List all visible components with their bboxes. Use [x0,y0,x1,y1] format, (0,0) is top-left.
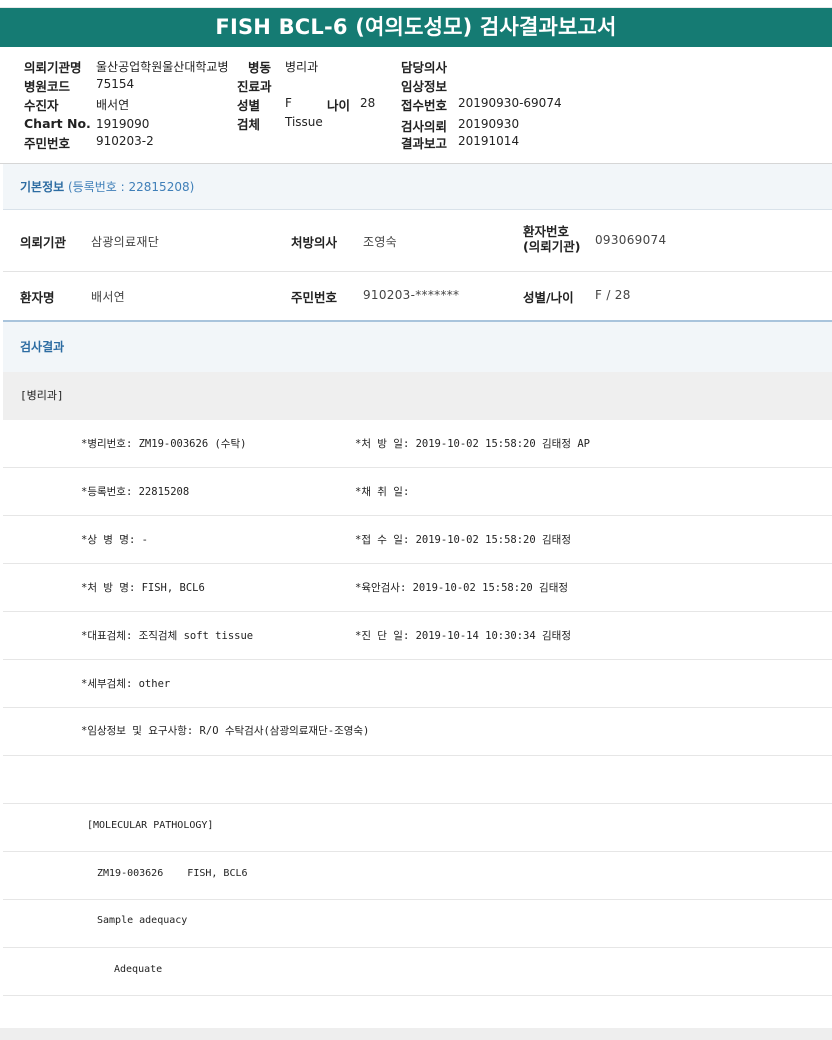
result-left: *처 방 명: FISH, BCL6 [81,582,205,594]
footer-bar [0,1028,832,1040]
institution-value: 울산공업학원울산대학교병 [96,60,229,74]
molecular-pathology-heading: [MOLECULAR PATHOLOGY] [87,820,214,831]
ward-value: 병리과 [285,60,319,74]
patient-value: 배서연 [96,98,130,112]
doctor-label: 담당의사 [401,60,448,75]
chart-no-value: 1919090 [96,117,150,131]
result-row: *처 방 명: FISH, BCL6 *육안검사: 2019-10-02 15:… [3,564,832,612]
patient-name-label: 환자명 [20,290,55,305]
institution-label: 의뢰기관명 [24,60,82,75]
result-row: *등록번호: 22815208 *채 취 일: [3,468,832,516]
result-row: *병리번호: ZM19-003626 (수탁) *처 방 일: 2019-10-… [3,420,832,468]
top-strip [0,0,832,8]
basic-info-header: 기본정보 (등록번호 : 22815208) [3,164,832,210]
result-row: Adequate [3,948,832,996]
sex-label: 성별 [237,98,261,113]
result-left: *등록번호: 22815208 [81,486,190,498]
result-right: *육안검사: 2019-10-02 15:58:20 김태정 [355,582,569,594]
referring-institution-label: 의뢰기관 [20,235,67,250]
test-result-header: 검사결과 [3,322,832,372]
age-label: 나이 [327,98,351,113]
result-row: *상 병 명: - *접 수 일: 2019-10-02 15:58:20 김태… [3,516,832,564]
prescribing-doctor-label: 처방의사 [291,235,338,250]
report-date-value: 20191014 [458,134,520,148]
registration-number: (등록번호 : 22815208) [68,180,195,194]
resident-no-value: 910203-2 [96,134,154,148]
prescribing-doctor-value: 조영숙 [363,235,398,249]
result-left: *세부검체: other [81,678,171,690]
request-value: 20190930 [458,117,520,131]
result-left: *임상정보 및 요구사항: R/O 수탁검사(삼광의료재단-조영숙) [81,725,370,737]
specimen-label: 검체 [237,117,261,132]
patient-id-label: 환자번호 (의뢰기관) [523,224,580,254]
sex-age-label: 성별/나이 [523,290,574,305]
basic-info-title: 기본정보 [20,180,65,194]
dept-label: 진료과 [237,79,272,94]
patient-id-label-line1: 환자번호 [523,224,570,239]
sex-value: F [285,96,292,110]
ward-label: 병동 [248,60,272,75]
result-right: *접 수 일: 2019-10-02 15:58:20 김태정 [355,534,571,546]
blank-row [3,756,832,804]
hospital-code-value: 75154 [96,77,135,91]
patient-id-value: 093069074 [595,233,667,247]
age-value: 28 [360,96,376,110]
sample-adequacy-value: Adequate [114,964,163,975]
result-row: *세부검체: other [3,660,832,708]
clinical-label: 임상정보 [401,79,448,94]
referring-institution-value: 삼광의료재단 [91,235,160,249]
result-right: *처 방 일: 2019-10-02 15:58:20 김태정 AP [355,438,590,450]
result-row: [MOLECULAR PATHOLOGY] [3,804,832,852]
patient-label: 수진자 [24,98,59,113]
result-row: *임상정보 및 요구사항: R/O 수탁검사(삼광의료재단-조영숙) [3,708,832,756]
receipt-value: 20190930-69074 [458,96,562,110]
result-row: ZM19-003626 FISH, BCL6 [3,852,832,900]
hospital-code-label: 병원코드 [24,79,71,94]
resident-number-label: 주민번호 [291,290,338,305]
result-left: *병리번호: ZM19-003626 (수탁) [81,438,247,450]
result-left: *상 병 명: - [81,534,148,546]
patient-id-label-line2: (의뢰기관) [523,239,581,254]
specimen-value: Tissue [285,115,323,129]
patient-name-value: 배서연 [91,290,126,304]
basic-info-row-2: 환자명 배서연 주민번호 910203-******* 성별/나이 F / 28 [3,272,832,322]
molecular-test-line: ZM19-003626 FISH, BCL6 [97,868,248,879]
result-right: *진 단 일: 2019-10-14 10:30:34 김태정 [355,630,571,642]
sex-age-value: F / 28 [595,288,631,302]
receipt-label: 접수번호 [401,98,448,113]
result-row: *대표검체: 조직검체 soft tissue *진 단 일: 2019-10-… [3,612,832,660]
result-left: *대표검체: 조직검체 soft tissue [81,630,254,642]
report-date-label: 결과보고 [401,136,448,151]
chart-no-label: Chart No. [24,116,91,131]
result-right: *채 취 일: [355,486,410,498]
sample-adequacy-label: Sample adequacy [97,915,188,926]
department-row: [병리과] [3,372,832,420]
resident-number-value: 910203-******* [363,288,460,302]
result-row: Sample adequacy [3,900,832,948]
resident-no-label: 주민번호 [24,136,71,151]
report-title: FISH BCL-6 (여의도성모) 검사결과보고서 [0,8,832,47]
basic-info-row-1: 의뢰기관 삼광의료재단 처방의사 조영숙 환자번호 (의뢰기관) 0930690… [3,210,832,272]
